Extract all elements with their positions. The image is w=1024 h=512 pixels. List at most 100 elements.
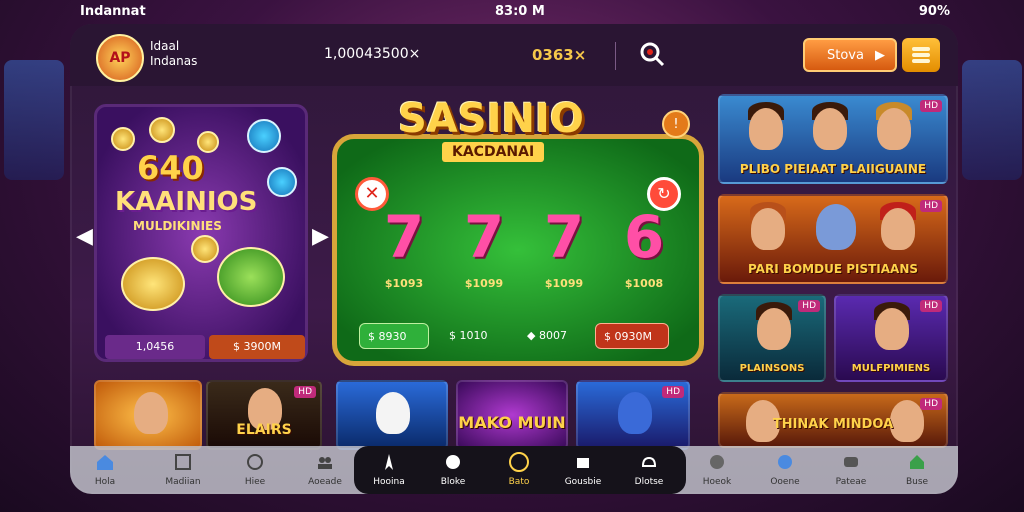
- game-card[interactable]: [94, 380, 202, 450]
- nav-item[interactable]: Dlotse: [614, 446, 684, 494]
- promo-subtitle: MULDIKINIES: [133, 219, 222, 233]
- hd-badge: HD: [920, 300, 942, 312]
- gem-icon: ◆: [527, 329, 536, 342]
- battery-level: 90%: [918, 4, 950, 19]
- character-image: [757, 308, 791, 350]
- game-title: MAKO MUIN: [458, 413, 566, 432]
- chevron-right-icon[interactable]: ▶: [312, 224, 329, 249]
- play-icon: ▶: [875, 48, 885, 63]
- shield-icon: [778, 455, 792, 469]
- character-image: [749, 108, 783, 150]
- nav-label: Dlotse: [634, 477, 664, 487]
- nav-item[interactable]: Bloke: [418, 446, 488, 494]
- promo-left-button[interactable]: 1,0456: [105, 335, 205, 359]
- menu-icon: [912, 47, 930, 51]
- hd-badge: HD: [294, 386, 316, 398]
- promo-right-button[interactable]: $ 3900M: [209, 335, 305, 359]
- character-image: [376, 392, 410, 434]
- nav-label: Aoeade: [308, 477, 342, 487]
- nav-item[interactable]: Hoeok: [682, 446, 752, 494]
- background-slot-machine: [4, 60, 64, 180]
- nav-item[interactable]: Gousbie: [548, 446, 618, 494]
- hd-badge: HD: [920, 100, 942, 112]
- game-card[interactable]: PLAINSONS HD: [718, 294, 826, 382]
- game-card[interactable]: [336, 380, 448, 450]
- soccer-icon: [710, 455, 724, 469]
- game-card[interactable]: THINAK MINDOA HD: [718, 392, 948, 448]
- game-title: MULFPIMIENS: [851, 363, 931, 374]
- coin-icon: [121, 257, 185, 311]
- brand-name: Idaal: [150, 39, 180, 53]
- nav-label: Bloke: [440, 477, 466, 487]
- reel: 7 $1099: [445, 195, 523, 299]
- bottom-nav: Hola Madiian Hiee Aoeade Hooina Bloke Ba…: [70, 446, 958, 494]
- coin-icon: [191, 235, 219, 263]
- nav-item[interactable]: Aoeade: [290, 446, 360, 494]
- game-card[interactable]: PARI BOMDUE PISTIAANS HD: [718, 194, 948, 284]
- character-image: [751, 208, 785, 250]
- globe-icon: [247, 454, 263, 470]
- nav-item[interactable]: Ooene: [750, 446, 820, 494]
- nav-item-coins[interactable]: Bato: [484, 446, 554, 494]
- store-button[interactable]: Stova ▶: [803, 38, 897, 72]
- reel: 6 $1008: [605, 195, 683, 299]
- reel: 7 $1093: [365, 195, 443, 299]
- balance-display: 1,00043500×: [324, 46, 421, 62]
- chevron-left-icon[interactable]: ◀: [76, 224, 93, 249]
- promo-card[interactable]: 640 KAAINIOS MULDIKINIES 1,0456 $ 3900M: [94, 104, 308, 362]
- gift-icon: [577, 458, 589, 468]
- status-bar: Indannat 83:0 M 90%: [0, 0, 1024, 24]
- coin-icon: [111, 127, 135, 151]
- nav-item-home[interactable]: Hola: [70, 446, 140, 494]
- poker-chip-icon: [247, 119, 281, 153]
- nav-item[interactable]: Pateae: [816, 446, 886, 494]
- slot-machine[interactable]: ✕ ↻ 7 $1093 7 $1099 7 $1099 6 $1008 $ 89…: [332, 134, 704, 366]
- game-card[interactable]: MULFPIMIENS HD: [834, 294, 948, 382]
- character-image: [875, 308, 909, 350]
- character-image: [816, 204, 856, 250]
- game-title: THINAK MINDOA: [772, 417, 894, 432]
- nav-label: Hola: [94, 477, 116, 487]
- calendar-icon: [175, 454, 191, 470]
- reel-value: $1099: [464, 277, 504, 290]
- game-card[interactable]: PLIBO PIEIAAT PLAIIGUAINE HD: [718, 94, 948, 184]
- slot-title-text: SASINIO: [398, 96, 584, 142]
- slot-title: SASINIO KACDANAI: [380, 82, 650, 162]
- bet-button[interactable]: ◆ 8007: [521, 323, 585, 349]
- reel-value: $1099: [544, 277, 584, 290]
- nav-label: Madiian: [165, 477, 201, 487]
- slot-subtitle: KACDANAI: [442, 142, 545, 162]
- nav-item[interactable]: Madiian: [148, 446, 218, 494]
- coin-icon: [149, 117, 175, 143]
- game-card[interactable]: HD: [576, 380, 690, 450]
- game-card[interactable]: MAKO MUIN: [456, 380, 568, 450]
- reel: 7 $1099: [525, 195, 603, 299]
- menu-button[interactable]: [902, 38, 940, 72]
- search-icon[interactable]: [638, 40, 666, 68]
- nav-label: Hoeok: [702, 477, 732, 487]
- character-image: [134, 392, 168, 434]
- dollar-icon: $: [604, 330, 611, 343]
- bet-button-label: 8930: [378, 330, 407, 343]
- game-title: PLAINSONS: [739, 363, 805, 374]
- bet-button[interactable]: $ 1010: [443, 323, 507, 349]
- gamepad-icon: [844, 457, 858, 467]
- coin-icon: [217, 247, 285, 307]
- poker-chip-icon: [267, 167, 297, 197]
- hd-badge: HD: [798, 300, 820, 312]
- nav-item[interactable]: Hiee: [220, 446, 290, 494]
- nav-item[interactable]: Buse: [882, 446, 952, 494]
- nav-item[interactable]: Hooina: [354, 446, 424, 494]
- bet-button[interactable]: $ 0930M: [595, 323, 669, 349]
- game-title: PLIBO PIEIAAT PLAIIGUAINE: [739, 162, 927, 176]
- character-image: [618, 392, 652, 434]
- bet-button-label: 8007: [538, 329, 567, 342]
- app-logo[interactable]: AP: [96, 34, 144, 82]
- brand-tagline: Indanas: [150, 54, 198, 68]
- game-card[interactable]: ELAIRS HD: [206, 380, 322, 450]
- nav-label: Hiee: [244, 477, 266, 487]
- bet-button[interactable]: $ 8930: [359, 323, 429, 349]
- cloud-icon: [641, 456, 657, 467]
- clock: 83:0 M: [495, 4, 545, 19]
- notification-icon[interactable]: !: [662, 110, 690, 138]
